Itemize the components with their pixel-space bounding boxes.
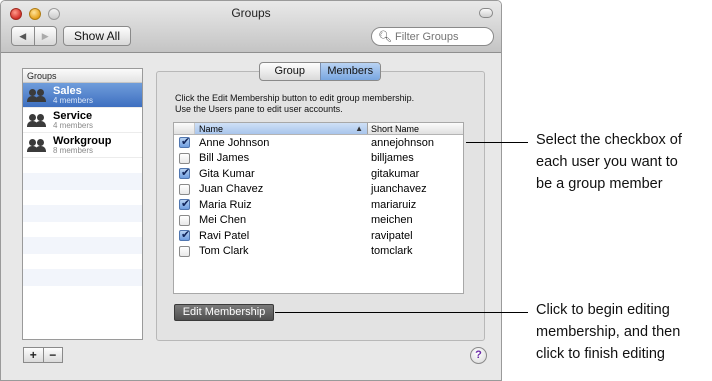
member-checkbox[interactable] — [179, 214, 190, 226]
groups-list-header: Groups — [23, 69, 142, 83]
name-column-label: Name — [199, 124, 224, 134]
help-icon[interactable]: ? — [470, 347, 487, 364]
forward-arrow-icon[interactable]: ▶ — [33, 27, 57, 45]
member-checkbox-cell — [174, 228, 195, 242]
edit-membership-button[interactable]: Edit Membership — [174, 304, 274, 321]
callout-line: each user you want to — [536, 154, 678, 170]
member-checkbox-cell — [174, 166, 195, 180]
member-name: Mei Chen — [199, 214, 247, 227]
callout-line: Select the checkbox of — [536, 132, 682, 148]
member-short-name: ravipatel — [371, 229, 413, 242]
member-name: Anne Johnson — [199, 136, 270, 149]
empty-row — [23, 174, 142, 190]
window-title: Groups — [231, 6, 271, 20]
empty-row — [23, 238, 142, 254]
group-item-sales[interactable]: Sales 4 members — [23, 83, 142, 108]
table-row[interactable]: Mei Chen meichen — [174, 213, 463, 229]
remove-group-button[interactable]: − — [42, 348, 63, 362]
member-name: Tom Clark — [199, 245, 249, 258]
tab-members[interactable]: Members — [319, 63, 380, 80]
show-all-button[interactable]: Show All — [63, 26, 131, 46]
detail-tabs: Group Members — [259, 62, 381, 81]
table-row[interactable]: Maria Ruiz mariaruiz — [174, 197, 463, 213]
groups-window: Groups ◀ ▶ Show All 🔍︎ Groups Sales 4 me… — [0, 0, 502, 381]
member-checkbox-cell — [174, 135, 195, 149]
empty-row — [23, 158, 142, 174]
empty-row — [23, 222, 142, 238]
groups-list: Groups Sales 4 members Service 4 members… — [22, 68, 143, 340]
callout-line: be a group member — [536, 176, 663, 192]
table-row[interactable]: Juan Chavez juanchavez — [174, 182, 463, 198]
empty-row — [23, 254, 142, 270]
filter-search-field[interactable]: 🔍︎ — [371, 27, 494, 46]
member-checkbox[interactable] — [179, 152, 190, 164]
member-checkbox[interactable] — [179, 228, 190, 242]
member-name: Gita Kumar — [199, 167, 255, 180]
title-bar: Groups ◀ ▶ Show All 🔍︎ — [1, 1, 501, 53]
member-checkbox-cell — [174, 214, 195, 226]
back-arrow-icon[interactable]: ◀ — [12, 27, 34, 45]
member-name: Ravi Patel — [199, 229, 250, 242]
search-icon: 🔍︎ — [378, 31, 392, 43]
callout-line: Click to begin editing — [536, 302, 670, 318]
table-row[interactable]: Tom Clark tomclark — [174, 244, 463, 260]
callout-leader-line — [466, 142, 528, 143]
empty-row — [23, 190, 142, 206]
member-short-name: annejohnson — [371, 136, 435, 149]
members-table-body: Anne Johnson annejohnson Bill James billjam… — [174, 135, 463, 259]
name-column-header[interactable]: Name ▲ — [195, 123, 368, 134]
member-checkbox-cell — [174, 183, 195, 195]
tab-group[interactable]: Group — [260, 63, 320, 80]
member-short-name: mariaruiz — [371, 198, 417, 211]
toolbar-toggle-button[interactable] — [479, 8, 493, 18]
callout-line: click to finish editing — [536, 346, 665, 362]
member-short-name: billjames — [371, 152, 414, 165]
filter-groups-input[interactable] — [394, 30, 485, 43]
member-short-name: juanchavez — [371, 183, 427, 196]
member-checkbox-cell — [174, 245, 195, 257]
member-short-name: meichen — [371, 214, 413, 227]
member-name: Maria Ruiz — [199, 198, 252, 211]
table-row[interactable]: Bill James billjames — [174, 151, 463, 167]
group-item-service[interactable]: Service 4 members — [23, 108, 142, 133]
member-name: Bill James — [199, 152, 250, 165]
member-short-name: tomclark — [371, 245, 413, 258]
members-table: Name ▲ Short Name Anne Johnson annejohnso… — [173, 122, 464, 294]
member-checkbox[interactable] — [179, 183, 190, 195]
group-people-icon — [27, 88, 47, 102]
callout-edit-membership: Click to begin editing membership, and t… — [536, 299, 680, 365]
add-remove-group-control: + − — [23, 347, 63, 363]
checkbox-column-header — [174, 123, 195, 134]
short-name-column-header[interactable]: Short Name — [368, 123, 463, 134]
callout-checkbox: Select the checkbox of each user you wan… — [536, 129, 682, 195]
instruction-line: Use the Users pane to edit user accounts… — [175, 104, 343, 114]
member-checkbox[interactable] — [179, 197, 190, 211]
member-checkbox[interactable] — [179, 135, 190, 149]
group-member-count: 8 members — [53, 146, 94, 155]
empty-row — [23, 270, 142, 286]
member-checkbox[interactable] — [179, 245, 190, 257]
group-item-workgroup[interactable]: Workgroup 8 members — [23, 133, 142, 158]
add-group-button[interactable]: + — [24, 348, 43, 362]
member-checkbox-cell — [174, 197, 195, 211]
callout-line: membership, and then — [536, 324, 681, 340]
group-member-count: 4 members — [53, 96, 94, 105]
members-instructions: Click the Edit Membership button to edit… — [175, 93, 475, 115]
group-people-icon — [27, 138, 47, 152]
empty-row — [23, 206, 142, 222]
callout-leader-line — [275, 312, 528, 313]
table-row[interactable]: Ravi Patel ravipatel — [174, 228, 463, 244]
member-checkbox[interactable] — [179, 166, 190, 180]
member-short-name: gitakumar — [371, 167, 420, 180]
sort-ascending-icon: ▲ — [355, 124, 363, 133]
members-table-header: Name ▲ Short Name — [174, 123, 463, 135]
instruction-line: Click the Edit Membership button to edit… — [175, 93, 415, 103]
table-row[interactable]: Gita Kumar gitakumar — [174, 166, 463, 182]
member-name: Juan Chavez — [199, 183, 264, 196]
group-people-icon — [27, 113, 47, 127]
back-forward-control: ◀ ▶ — [11, 26, 57, 46]
table-row[interactable]: Anne Johnson annejohnson — [174, 135, 463, 151]
member-checkbox-cell — [174, 152, 195, 164]
group-member-count: 4 members — [53, 121, 94, 130]
